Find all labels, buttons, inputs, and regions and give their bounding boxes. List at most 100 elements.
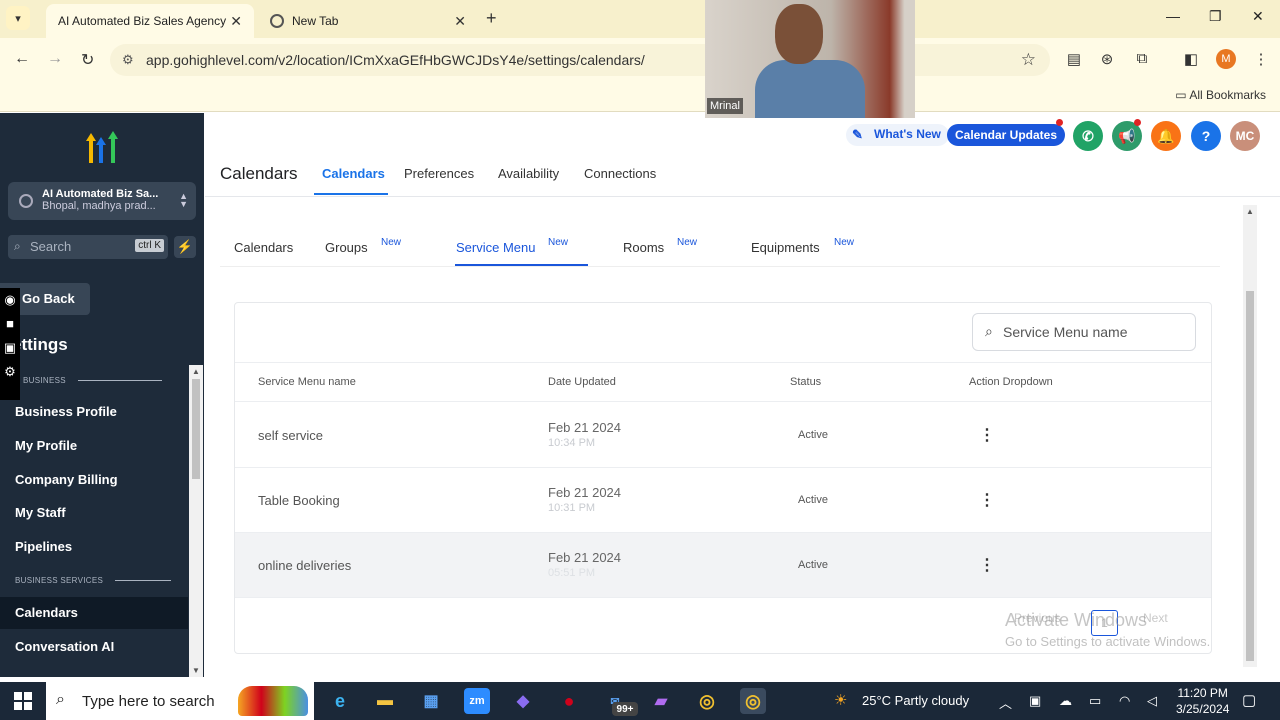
- subtab-service-menu[interactable]: Service Menu: [456, 240, 535, 255]
- tab-calendars[interactable]: Calendars: [322, 166, 385, 181]
- service-menu-search-input[interactable]: ⌕ Service Menu name: [972, 313, 1196, 351]
- scroll-down-icon[interactable]: ▼: [192, 666, 200, 675]
- time-updated: 10:34 PM: [548, 437, 596, 449]
- chrome-icon[interactable]: ◎: [694, 688, 720, 714]
- search-icon: ⌕: [56, 691, 65, 708]
- windows-start-icon[interactable]: [14, 692, 32, 710]
- table-row[interactable]: [235, 468, 1211, 533]
- service-name[interactable]: online deliveries: [258, 558, 351, 573]
- service-name[interactable]: self service: [258, 428, 323, 443]
- account-name: AI Automated Biz Sa...: [42, 188, 159, 200]
- weather-text[interactable]: 25°C Partly cloudy: [862, 693, 969, 708]
- table-row[interactable]: [235, 403, 1211, 468]
- main-scrollbar[interactable]: ▲: [1243, 205, 1257, 667]
- browser-tab-new[interactable]: New Tab ✕: [258, 4, 478, 38]
- close-window-button[interactable]: ✕: [1252, 8, 1264, 25]
- quick-action-bolt-icon[interactable]: ⚡: [174, 236, 196, 258]
- volume-icon[interactable]: ◁: [1147, 693, 1157, 709]
- recorder-icon[interactable]: ●: [556, 688, 582, 714]
- more-vert-icon[interactable]: ⋮: [979, 425, 995, 445]
- extension-icon[interactable]: ⊛: [1098, 50, 1116, 68]
- help-icon[interactable]: ?: [1191, 121, 1221, 151]
- scroll-up-icon[interactable]: ▲: [192, 367, 200, 376]
- edge-icon[interactable]: e: [327, 688, 353, 714]
- table-row[interactable]: [235, 533, 1211, 598]
- sidebar-scrollbar[interactable]: ▲ ▼: [189, 365, 203, 677]
- browser-tab-active[interactable]: AI Automated Biz Sales Agency ✕: [46, 4, 254, 38]
- sidebar-item-pipelines[interactable]: Pipelines: [0, 531, 188, 563]
- column-header-status: Status: [790, 376, 822, 388]
- maximize-button[interactable]: ❐: [1209, 8, 1222, 25]
- site-info-icon[interactable]: ⚙: [122, 52, 134, 68]
- camera-icon[interactable]: ◉: [0, 288, 20, 312]
- zoom-icon[interactable]: zm: [464, 688, 490, 714]
- minimize-button[interactable]: —: [1166, 8, 1180, 24]
- more-vert-icon[interactable]: ⋮: [979, 555, 995, 575]
- bookmark-star-icon[interactable]: ☆: [1021, 50, 1036, 70]
- sidebar-item-calendars[interactable]: Calendars: [0, 597, 188, 629]
- sidebar: AI Automated Biz Sa... Bhopal, madhya pr…: [0, 113, 204, 677]
- tab-preferences[interactable]: Preferences: [404, 166, 474, 181]
- back-button[interactable]: ←: [14, 50, 30, 68]
- wifi-icon[interactable]: ◠: [1119, 693, 1130, 709]
- store-icon[interactable]: ▦: [418, 688, 444, 714]
- subtab-groups[interactable]: Groups: [325, 240, 368, 255]
- cloud-off-icon[interactable]: ☁: [1059, 693, 1072, 709]
- sidebar-item-my-profile[interactable]: My Profile: [0, 430, 188, 462]
- user-avatar[interactable]: MC: [1230, 121, 1260, 151]
- gear-icon[interactable]: ⚙: [0, 360, 20, 384]
- subtab-calendars[interactable]: Calendars: [234, 240, 293, 255]
- file-explorer-icon[interactable]: ▬: [372, 688, 398, 714]
- tab-connections[interactable]: Connections: [584, 166, 656, 181]
- scroll-thumb[interactable]: [192, 379, 200, 479]
- tab-availability[interactable]: Availability: [498, 166, 559, 181]
- sidebar-item-my-staff[interactable]: My Staff: [0, 497, 188, 529]
- notifications-icon[interactable]: ▢: [1242, 691, 1256, 709]
- phone-icon[interactable]: ✆: [1073, 121, 1103, 151]
- service-name[interactable]: Table Booking: [258, 493, 340, 508]
- taskbar-search[interactable]: ⌕ Type here to search: [46, 682, 314, 720]
- sidepanel-icon[interactable]: ◧: [1182, 50, 1200, 68]
- subtab-rooms[interactable]: Rooms: [623, 240, 664, 255]
- sidebar-item-company-billing[interactable]: Company Billing: [0, 464, 188, 496]
- scroll-thumb[interactable]: [1246, 291, 1254, 661]
- reload-button[interactable]: ↻: [81, 50, 94, 70]
- profile-avatar[interactable]: M: [1216, 49, 1236, 69]
- meet-now-icon[interactable]: ▣: [1029, 693, 1041, 709]
- extension-icon[interactable]: ▤: [1065, 50, 1083, 68]
- subtab-equipments[interactable]: Equipments: [751, 240, 820, 255]
- close-tab-icon[interactable]: ✕: [454, 13, 466, 30]
- sidebar-search[interactable]: ⌕ Search ctrl K: [8, 235, 168, 259]
- window-icon[interactable]: ▣: [0, 336, 20, 360]
- browser-menu-icon[interactable]: ⋮: [1252, 50, 1270, 68]
- video-icon[interactable]: ■: [0, 312, 20, 336]
- account-switcher[interactable]: AI Automated Biz Sa... Bhopal, madhya pr…: [8, 182, 196, 220]
- sidebar-item-business-profile[interactable]: Business Profile: [0, 396, 188, 428]
- tray-chevron-icon[interactable]: ︿: [999, 693, 1012, 712]
- battery-icon[interactable]: ▭: [1089, 693, 1101, 709]
- whats-new-button[interactable]: ✎ What's New: [846, 124, 949, 146]
- new-badge: New: [677, 237, 698, 248]
- puzzle-icon[interactable]: ⧉: [1133, 50, 1151, 67]
- all-bookmarks[interactable]: ▭ All Bookmarks: [1175, 88, 1266, 102]
- tab-search-button[interactable]: ▾: [6, 6, 30, 30]
- folder-icon: ▭: [1175, 88, 1190, 102]
- chrome-profile-icon[interactable]: ◎: [740, 688, 766, 714]
- more-vert-icon[interactable]: ⋮: [979, 490, 995, 510]
- weather-icon[interactable]: ☀: [834, 691, 847, 709]
- scroll-up-icon[interactable]: ▲: [1246, 207, 1254, 216]
- subtab-divider: [220, 266, 1220, 267]
- forward-button[interactable]: →: [47, 50, 63, 68]
- column-header-name[interactable]: Service Menu name: [258, 376, 356, 388]
- app-icon[interactable]: ◆: [510, 688, 536, 714]
- search-highlight-image: [238, 686, 308, 716]
- new-tab-button[interactable]: +: [486, 8, 497, 29]
- clipchamp-icon[interactable]: ▰: [648, 688, 674, 714]
- webcam-person-body: [755, 60, 865, 118]
- taskbar-clock[interactable]: 11:20 PM 3/25/2024: [1176, 685, 1229, 717]
- sidebar-item-conversation-ai[interactable]: Conversation AI: [0, 631, 188, 663]
- bell-icon[interactable]: 🔔: [1151, 121, 1181, 151]
- close-tab-icon[interactable]: ✕: [230, 13, 242, 30]
- calendar-updates-button[interactable]: Calendar Updates: [947, 124, 1066, 146]
- column-header-date[interactable]: Date Updated: [548, 376, 616, 388]
